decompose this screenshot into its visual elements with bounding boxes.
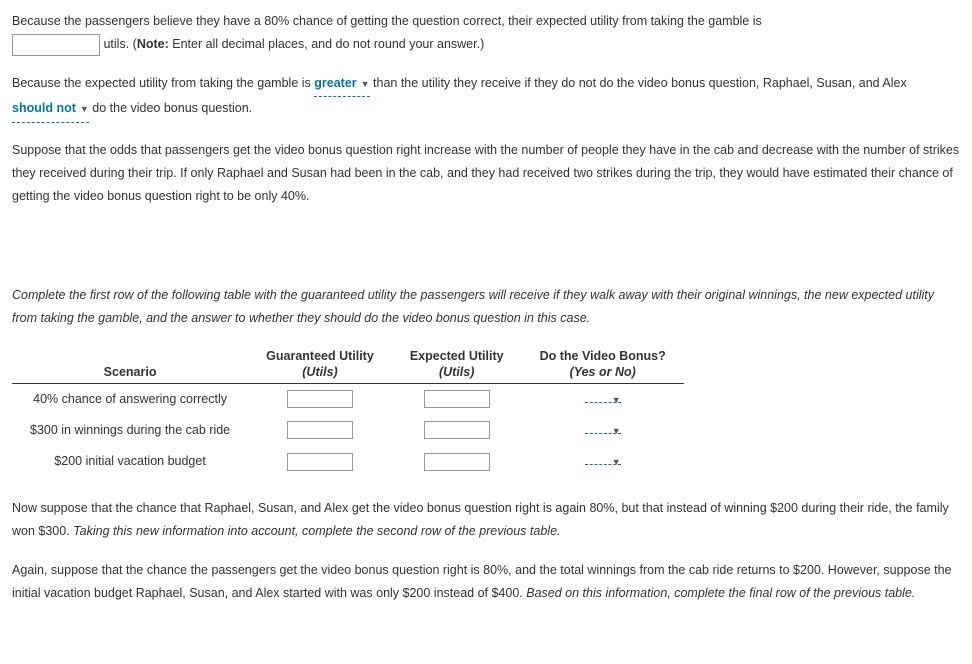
text-segment-italic: Taking this new information into account…: [73, 524, 560, 538]
expected-utility-input[interactable]: [12, 34, 100, 56]
paragraph-odds-explanation: Suppose that the odds that passengers ge…: [12, 139, 960, 208]
paragraph-comparison: Because the expected utility from taking…: [12, 72, 960, 122]
header-text: Guaranteed Utility: [266, 349, 374, 363]
header-subtext: (Yes or No): [540, 364, 666, 380]
table-header-row: Scenario Guaranteed Utility(Utils) Expec…: [12, 346, 684, 383]
caret-down-icon: ▼: [361, 79, 370, 89]
text-segment: Suppose that the odds that passengers ge…: [12, 143, 959, 203]
text-segment: utils. (: [103, 37, 136, 51]
caret-down-icon: ▼: [80, 104, 89, 114]
do-bonus-cell: ▼: [522, 383, 684, 415]
do-bonus-dropdown[interactable]: ▼: [585, 450, 621, 465]
utility-table: Scenario Guaranteed Utility(Utils) Expec…: [12, 346, 684, 477]
scenario-cell: 40% chance of answering correctly: [12, 383, 248, 415]
expected-utility-cell: [392, 415, 522, 446]
should-dropdown[interactable]: should not ▼: [12, 97, 89, 122]
do-bonus-dropdown[interactable]: ▼: [585, 388, 621, 403]
guaranteed-utility-cell: [248, 415, 392, 446]
do-bonus-cell: ▼: [522, 415, 684, 446]
expected-utility-input[interactable]: [424, 421, 490, 439]
caret-down-icon: ▼: [612, 457, 621, 467]
text-segment: Because the expected utility from taking…: [12, 76, 314, 90]
guaranteed-utility-input[interactable]: [287, 453, 353, 471]
text-segment: do the video bonus question.: [89, 101, 252, 115]
paragraph-final-row: Again, suppose that the chance the passe…: [12, 559, 960, 605]
header-expected-utility: Expected Utility(Utils): [392, 346, 522, 383]
text-segment: than the utility they receive if they do…: [370, 76, 907, 90]
table-row: $300 in winnings during the cab ride ▼: [12, 415, 684, 446]
scenario-cell: $300 in winnings during the cab ride: [12, 415, 248, 446]
text-segment: Because the passengers believe they have…: [12, 14, 762, 28]
paragraph-gamble-utility: Because the passengers believe they have…: [12, 10, 960, 56]
header-subtext: (Utils): [410, 364, 504, 380]
text-segment-italic: Based on this information, complete the …: [526, 586, 915, 600]
header-text: Expected Utility: [410, 349, 504, 363]
header-subtext: (Utils): [266, 364, 374, 380]
header-text: Scenario: [104, 365, 157, 379]
guaranteed-utility-input[interactable]: [287, 421, 353, 439]
dropdown-value: greater: [314, 76, 356, 90]
caret-down-icon: ▼: [612, 395, 621, 405]
text-segment: Complete the first row of the following …: [12, 288, 934, 325]
expected-utility-cell: [392, 383, 522, 415]
dropdown-value: should not: [12, 101, 76, 115]
greater-less-dropdown[interactable]: greater ▼: [314, 72, 369, 97]
header-do-bonus: Do the Video Bonus?(Yes or No): [522, 346, 684, 383]
header-guaranteed-utility: Guaranteed Utility(Utils): [248, 346, 392, 383]
note-label: Note:: [137, 37, 169, 51]
header-scenario: Scenario: [12, 346, 248, 383]
guaranteed-utility-input[interactable]: [287, 390, 353, 408]
paragraph-second-row: Now suppose that the chance that Raphael…: [12, 497, 960, 543]
expected-utility-input[interactable]: [424, 453, 490, 471]
do-bonus-dropdown[interactable]: ▼: [585, 419, 621, 434]
expected-utility-cell: [392, 446, 522, 477]
paragraph-table-instruction: Complete the first row of the following …: [12, 284, 960, 330]
table-row: 40% chance of answering correctly ▼: [12, 383, 684, 415]
text-segment: Enter all decimal places, and do not rou…: [169, 37, 484, 51]
header-text: Do the Video Bonus?: [540, 349, 666, 363]
scenario-cell: $200 initial vacation budget: [12, 446, 248, 477]
expected-utility-input[interactable]: [424, 390, 490, 408]
guaranteed-utility-cell: [248, 383, 392, 415]
table-row: $200 initial vacation budget ▼: [12, 446, 684, 477]
do-bonus-cell: ▼: [522, 446, 684, 477]
caret-down-icon: ▼: [612, 426, 621, 436]
guaranteed-utility-cell: [248, 446, 392, 477]
